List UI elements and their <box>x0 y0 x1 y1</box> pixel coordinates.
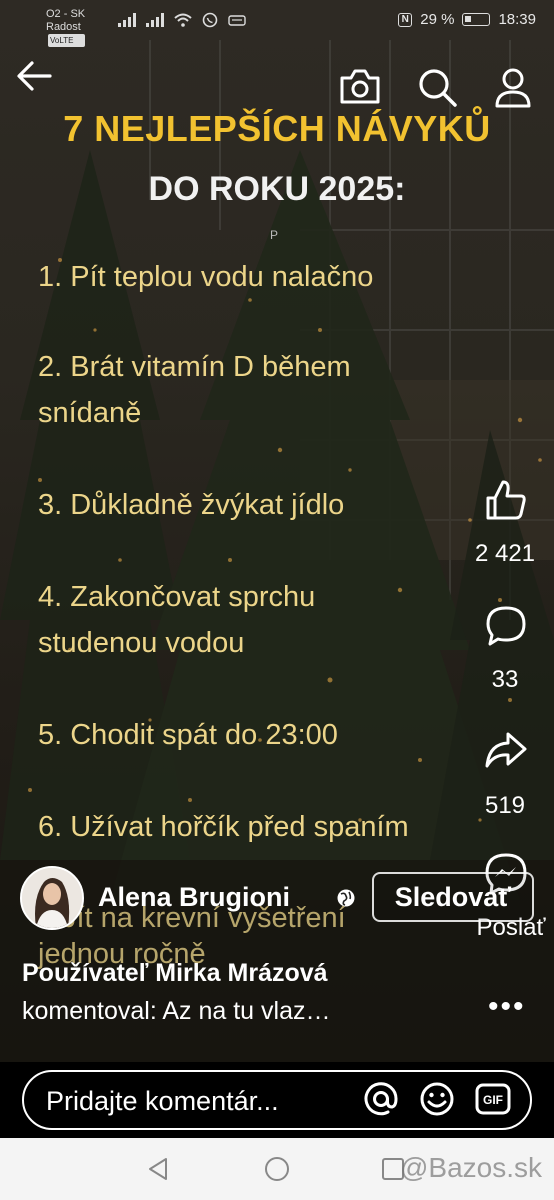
nav-back-icon[interactable] <box>146 1156 170 1182</box>
habit-item-5: 5. Chodit spát do 23:00 <box>38 719 338 751</box>
share-icon[interactable] <box>484 728 528 772</box>
status-time: 18:39 <box>498 11 536 28</box>
comment-preview-author: Používateľ Mirka Mrázová <box>22 959 328 987</box>
reel-screen: O2 - SK Radost VoLTE N 29 % 18:39 7 NEJLE… <box>0 0 554 1200</box>
background-letter: P <box>270 228 279 242</box>
post-title-line2: DO ROKU 2025: <box>148 170 406 208</box>
volte-badge: VoLTE <box>48 34 86 47</box>
back-arrow-icon[interactable] <box>14 56 54 96</box>
search-icon[interactable] <box>416 66 458 108</box>
comment-count: 33 <box>491 666 519 693</box>
status-icons <box>118 12 246 28</box>
system-nav-bar: @Bazos.sk <box>0 1138 554 1200</box>
battery-icon <box>462 13 491 26</box>
nav-home-icon[interactable] <box>264 1156 290 1182</box>
signal-icon <box>118 13 136 27</box>
habit-item-2: 2. Brát vitamín D během snídaně <box>38 351 351 429</box>
author-avatar[interactable] <box>20 866 84 930</box>
svg-text:GIF: GIF <box>483 1093 503 1107</box>
nfc-icon: N <box>398 12 413 27</box>
camera-icon[interactable] <box>338 66 382 106</box>
battery-percent: 29 % <box>420 11 455 28</box>
like-icon[interactable] <box>484 478 528 522</box>
habit-item-4: 4. Zakončovat sprchu studenou vodou <box>38 581 316 659</box>
mention-icon[interactable] <box>362 1080 400 1118</box>
carrier-name: O2 - SK <box>46 8 86 20</box>
post-title-line1: 7 NEJLEPŠÍCH NÁVYKŮ <box>63 108 491 149</box>
follow-button[interactable]: Sledovať <box>372 872 534 922</box>
habit-item-1: 1. Pít teplou vodu nalačno <box>38 261 374 293</box>
whatsapp-icon <box>202 12 218 28</box>
comment-input-placeholder: Pridajte komentár... <box>46 1086 279 1116</box>
comment-preview[interactable]: Používateľ Mirka Mrázová komentoval: Az … <box>22 954 452 1030</box>
notification-app-icon <box>228 15 246 26</box>
status-right: N 29 % 18:39 <box>398 11 536 28</box>
carrier-info: O2 - SK Radost VoLTE <box>46 8 86 47</box>
carrier-subname: Radost <box>46 21 81 33</box>
gif-icon[interactable]: GIF <box>474 1080 512 1118</box>
author-name[interactable]: Alena Brugioni <box>98 882 290 913</box>
globe-icon <box>337 889 355 907</box>
comment-bar: Pridajte komentár... GIF <box>0 1062 554 1138</box>
share-count: 519 <box>484 792 526 819</box>
habit-item-6: 6. Užívat hořčík před spaním <box>38 811 409 843</box>
status-bar: O2 - SK Radost VoLTE N 29 % 18:39 <box>0 0 554 47</box>
profile-icon[interactable] <box>494 66 532 108</box>
comment-preview-text: komentoval: Az na tu vlaz… <box>22 997 331 1025</box>
watermark: @Bazos.sk <box>399 1152 542 1183</box>
signal-icon <box>146 13 164 27</box>
like-count: 2 421 <box>474 540 536 567</box>
comment-icon[interactable] <box>484 604 528 648</box>
more-icon[interactable]: ••• <box>488 990 526 1024</box>
emoji-icon[interactable] <box>418 1080 456 1118</box>
wifi-icon <box>174 13 192 27</box>
habit-item-3: 3. Důkladně žvýkat jídlo <box>38 489 345 521</box>
